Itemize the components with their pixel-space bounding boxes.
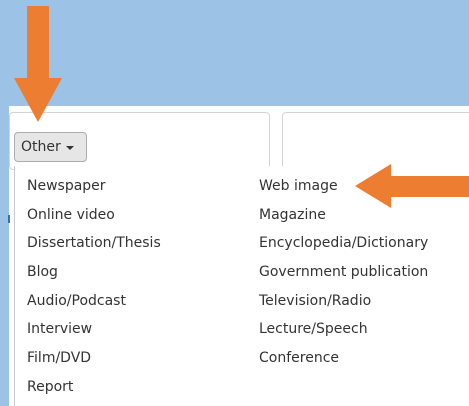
down-arrow-head-icon	[14, 78, 62, 122]
secondary-input-box[interactable]	[282, 112, 469, 170]
menu-item-report[interactable]: Report	[27, 373, 161, 402]
dropdown-selected-label: Other	[21, 139, 61, 155]
menu-column-2: Web image Magazine Encyclopedia/Dictiona…	[259, 172, 428, 373]
menu-item-newspaper[interactable]: Newspaper	[27, 172, 161, 201]
edge-marker	[8, 215, 10, 223]
menu-item-encyclopedia-dictionary[interactable]: Encyclopedia/Dictionary	[259, 229, 428, 258]
left-arrow-head-icon	[355, 164, 391, 208]
menu-column-1: Newspaper Online video Dissertation/Thes…	[27, 172, 161, 402]
source-type-menu: Newspaper Online video Dissertation/Thes…	[14, 166, 469, 406]
menu-item-blog[interactable]: Blog	[27, 258, 161, 287]
menu-item-government-publication[interactable]: Government publication	[259, 258, 428, 287]
left-arrow-annotation	[390, 176, 469, 197]
screenshot-stage: Other Newspaper Online video Dissertatio…	[0, 0, 469, 406]
source-type-dropdown-button[interactable]: Other	[14, 132, 87, 162]
menu-item-audio-podcast[interactable]: Audio/Podcast	[27, 287, 161, 316]
caret-down-icon	[65, 146, 74, 150]
menu-item-interview[interactable]: Interview	[27, 315, 161, 344]
menu-item-lecture-speech[interactable]: Lecture/Speech	[259, 315, 428, 344]
menu-item-television-radio[interactable]: Television/Radio	[259, 287, 428, 316]
menu-item-conference[interactable]: Conference	[259, 344, 428, 373]
down-arrow-annotation	[27, 6, 49, 78]
menu-item-magazine[interactable]: Magazine	[259, 201, 428, 230]
menu-item-online-video[interactable]: Online video	[27, 201, 161, 230]
menu-item-film-dvd[interactable]: Film/DVD	[27, 344, 161, 373]
menu-item-dissertation-thesis[interactable]: Dissertation/Thesis	[27, 229, 161, 258]
